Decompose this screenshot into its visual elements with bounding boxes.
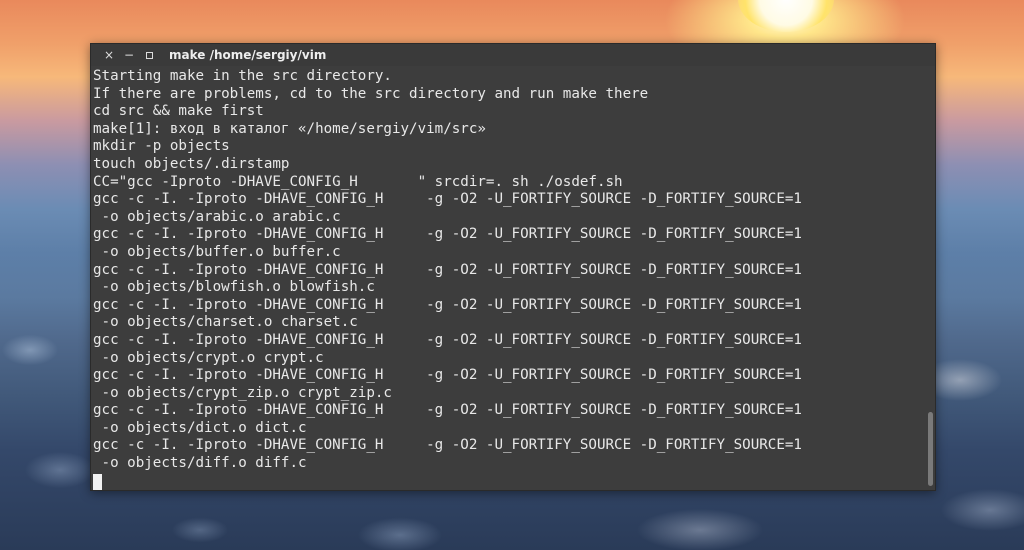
- terminal-line: -o objects/crypt_zip.o crypt_zip.c: [93, 384, 392, 401]
- terminal-line: -o objects/blowfish.o blowfish.c: [93, 279, 375, 296]
- terminal-line: gcc -c -I. -Iproto -DHAVE_CONFIG_H -g -O…: [93, 191, 802, 208]
- terminal-line: gcc -c -I. -Iproto -DHAVE_CONFIG_H -g -O…: [93, 437, 802, 454]
- terminal-line: Starting make in the src directory.: [93, 68, 392, 84]
- text-cursor: [93, 473, 102, 490]
- terminal-line: -o objects/crypt.o crypt.c: [93, 349, 324, 366]
- maximize-button[interactable]: [139, 44, 159, 66]
- terminal-line: If there are problems, cd to the src dir…: [93, 85, 649, 102]
- terminal-line: -o objects/diff.o diff.c: [93, 455, 307, 472]
- terminal-line: gcc -c -I. -Iproto -DHAVE_CONFIG_H -g -O…: [93, 226, 802, 243]
- terminal-window[interactable]: × − make /home/sergiy/vim Starting make …: [90, 43, 936, 491]
- terminal-line: -o objects/buffer.o buffer.c: [93, 243, 341, 260]
- terminal-line: make[1]: вход в каталог «/home/sergiy/vi…: [93, 120, 486, 137]
- close-button[interactable]: ×: [99, 44, 119, 66]
- window-title: make /home/sergiy/vim: [169, 48, 327, 62]
- minimize-button[interactable]: −: [119, 44, 139, 66]
- terminal-output[interactable]: Starting make in the src directory. If t…: [93, 68, 923, 490]
- terminal-line: gcc -c -I. -Iproto -DHAVE_CONFIG_H -g -O…: [93, 402, 802, 419]
- close-icon: ×: [103, 48, 115, 62]
- window-titlebar[interactable]: × − make /home/sergiy/vim: [91, 44, 935, 66]
- terminal-line: gcc -c -I. -Iproto -DHAVE_CONFIG_H -g -O…: [93, 296, 802, 313]
- terminal-line: cd src && make first: [93, 103, 264, 120]
- maximize-icon: [145, 51, 153, 59]
- terminal-line: -o objects/arabic.o arabic.c: [93, 208, 341, 225]
- terminal-line: -o objects/charset.o charset.c: [93, 314, 358, 331]
- terminal-line: gcc -c -I. -Iproto -DHAVE_CONFIG_H -g -O…: [93, 367, 802, 384]
- terminal-prompt-line[interactable]: [93, 473, 923, 490]
- minimize-icon: −: [123, 48, 135, 62]
- terminal-line: -o objects/dict.o dict.c: [93, 419, 307, 436]
- terminal-line: gcc -c -I. -Iproto -DHAVE_CONFIG_H -g -O…: [93, 331, 802, 348]
- wallpaper-sun: [738, 0, 834, 32]
- terminal-line: CC="gcc -Iproto -DHAVE_CONFIG_H " srcdir…: [93, 173, 623, 190]
- terminal-line: gcc -c -I. -Iproto -DHAVE_CONFIG_H -g -O…: [93, 261, 802, 278]
- vertical-scrollbar[interactable]: [925, 66, 935, 490]
- terminal-line: mkdir -p objects: [93, 138, 230, 155]
- scrollbar-thumb[interactable]: [928, 412, 933, 486]
- terminal-line: touch objects/.dirstamp: [93, 155, 290, 172]
